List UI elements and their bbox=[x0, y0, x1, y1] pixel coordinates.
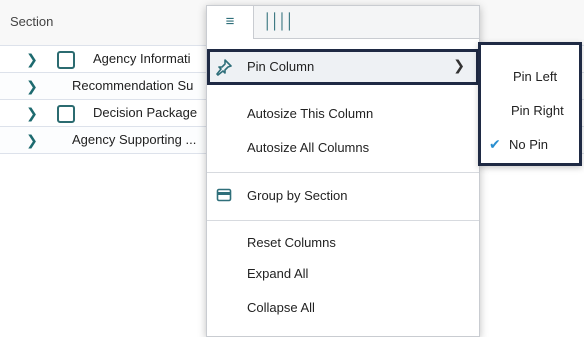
chevron-right-icon[interactable]: ❯ bbox=[24, 104, 40, 122]
autosize-this-column-menu-item[interactable]: Autosize This Column bbox=[207, 96, 479, 132]
menu-divider bbox=[207, 172, 479, 173]
row-checkbox[interactable] bbox=[57, 105, 75, 123]
expand-all-menu-item[interactable]: Expand All bbox=[207, 256, 479, 292]
row-label: Agency Supporting ... bbox=[72, 132, 197, 147]
columns-icon[interactable]: ││││ bbox=[255, 6, 301, 38]
menu-item-label: Group by Section bbox=[247, 188, 348, 203]
hamburger-menu-icon[interactable]: ≡ bbox=[207, 6, 254, 39]
submenu-item-label: Pin Right bbox=[511, 103, 564, 118]
menu-divider bbox=[207, 220, 479, 221]
pin-icon bbox=[215, 58, 233, 76]
menu-item-label: Pin Column bbox=[247, 59, 315, 74]
menu-item-label: Autosize This Column bbox=[247, 106, 374, 121]
pin-right-option[interactable]: Pin Right bbox=[481, 93, 579, 127]
menu-item-label: Expand All bbox=[247, 266, 309, 281]
group-by-icon bbox=[215, 187, 233, 205]
menu-item-label: Collapse All bbox=[247, 300, 315, 315]
chevron-right-icon[interactable]: ❯ bbox=[24, 50, 40, 68]
row-label: Recommendation Su bbox=[72, 78, 194, 93]
submenu-item-label: Pin Left bbox=[513, 69, 558, 84]
chevron-right-icon[interactable]: ❯ bbox=[24, 77, 40, 95]
group-by-section-menu-item[interactable]: Group by Section bbox=[207, 178, 479, 214]
collapse-all-menu-item[interactable]: Collapse All bbox=[207, 290, 479, 326]
pin-column-menu-item[interactable]: Pin Column ❯ bbox=[207, 49, 479, 85]
column-header-section[interactable]: Section bbox=[10, 14, 53, 29]
autosize-all-columns-menu-item[interactable]: Autosize All Columns bbox=[207, 130, 479, 166]
column-menu: ≡ ││││ Pin Column ❯ Autosize This Column… bbox=[206, 5, 480, 337]
row-label: Decision Package bbox=[93, 105, 198, 120]
chevron-right-icon[interactable]: ❯ bbox=[24, 131, 40, 149]
row-checkbox[interactable] bbox=[57, 51, 75, 69]
submenu-item-label: No Pin bbox=[509, 137, 549, 152]
no-pin-option[interactable]: ✔ No Pin bbox=[481, 127, 579, 161]
chevron-right-icon: ❯ bbox=[453, 57, 465, 73]
pin-submenu: Pin Left Pin Right ✔ No Pin bbox=[478, 42, 582, 166]
menu-item-label: Reset Columns bbox=[247, 235, 336, 250]
checkmark-icon: ✔ bbox=[489, 136, 501, 152]
menu-item-label: Autosize All Columns bbox=[247, 140, 370, 155]
column-menu-tabs: ≡ ││││ bbox=[207, 6, 479, 39]
pin-left-option[interactable]: Pin Left bbox=[481, 59, 579, 93]
row-label: Agency Informati bbox=[93, 51, 191, 66]
